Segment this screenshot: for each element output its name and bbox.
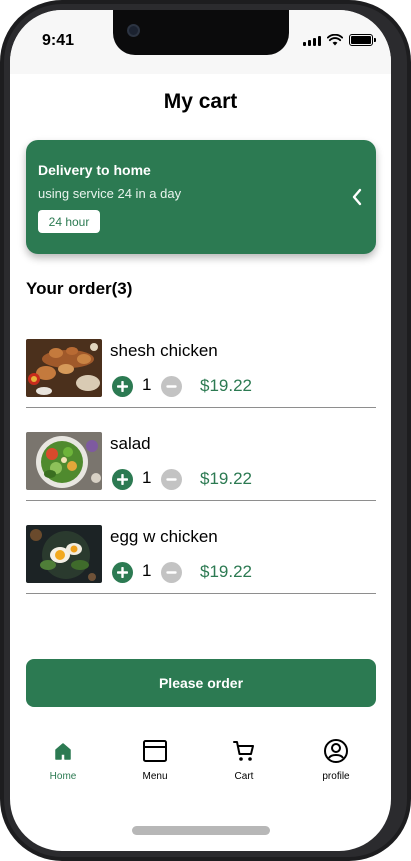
nav-label-home: Home xyxy=(49,771,77,782)
minus-icon xyxy=(166,478,177,481)
item-quantity: 1 xyxy=(142,468,152,487)
item-quantity: 1 xyxy=(142,375,152,394)
decrease-quantity-button[interactable] xyxy=(161,376,182,397)
nav-item-cart[interactable]: Cart xyxy=(209,728,279,794)
nav-item-home[interactable]: Home xyxy=(28,728,98,794)
item-price: $19.22 xyxy=(200,562,252,581)
bottom-nav: Home Menu Cart profile xyxy=(10,728,391,798)
nav-label-menu: Menu xyxy=(142,771,168,782)
camera-icon xyxy=(127,24,140,37)
divider xyxy=(26,407,376,408)
phone-frame: 9:41 My cart Delivery to home using serv… xyxy=(0,0,411,861)
page-title: My cart xyxy=(163,90,238,113)
nav-item-profile[interactable]: profile xyxy=(301,728,371,794)
status-icons xyxy=(303,34,376,46)
please-order-button[interactable]: Please order xyxy=(26,659,376,707)
plus-icon xyxy=(117,381,128,392)
profile-icon xyxy=(324,739,348,763)
item-image-shesh-chicken xyxy=(26,339,102,397)
divider xyxy=(26,500,376,501)
item-quantity: 1 xyxy=(142,561,152,580)
status-bar: 9:41 xyxy=(10,10,391,74)
order-item: shesh chicken 1 $19.22 xyxy=(26,339,376,411)
decrease-quantity-button[interactable] xyxy=(161,469,182,490)
increase-quantity-button[interactable] xyxy=(112,469,133,490)
wifi-icon xyxy=(327,34,343,46)
item-image-salad xyxy=(26,432,102,490)
order-item: egg w chicken 1 $19.22 xyxy=(26,525,376,597)
plus-icon xyxy=(117,567,128,578)
nav-item-menu[interactable]: Menu xyxy=(120,728,190,794)
order-item: salad 1 $19.22 xyxy=(26,432,376,504)
item-price: $19.22 xyxy=(200,376,252,395)
decrease-quantity-button[interactable] xyxy=(161,562,182,583)
app-screen: 9:41 My cart Delivery to home using serv… xyxy=(10,10,391,851)
delivery-badge: 24 hour xyxy=(38,210,100,233)
item-price: $19.22 xyxy=(200,469,252,488)
nav-label-profile: profile xyxy=(322,771,350,782)
item-name: salad xyxy=(110,434,151,453)
item-image-egg-w-chicken xyxy=(26,525,102,583)
plus-icon xyxy=(117,474,128,485)
item-name: egg w chicken xyxy=(110,527,218,546)
battery-icon xyxy=(349,34,376,46)
order-heading: Your order(3) xyxy=(26,279,133,298)
increase-quantity-button[interactable] xyxy=(112,562,133,583)
delivery-title: Delivery to home xyxy=(38,162,151,178)
minus-icon xyxy=(166,571,177,574)
chevron-left-icon[interactable] xyxy=(350,188,364,206)
cart-icon xyxy=(233,741,254,761)
home-indicator xyxy=(132,826,270,835)
home-icon xyxy=(55,743,71,760)
menu-icon xyxy=(143,740,167,762)
signal-icon xyxy=(303,35,321,46)
nav-label-cart: Cart xyxy=(234,771,254,782)
divider xyxy=(26,593,376,594)
increase-quantity-button[interactable] xyxy=(112,376,133,397)
item-name: shesh chicken xyxy=(110,341,218,360)
minus-icon xyxy=(166,385,177,388)
delivery-subtitle: using service 24 in a day xyxy=(38,186,182,201)
delivery-card[interactable]: Delivery to home using service 24 in a d… xyxy=(26,140,376,254)
status-time: 9:41 xyxy=(42,32,75,49)
